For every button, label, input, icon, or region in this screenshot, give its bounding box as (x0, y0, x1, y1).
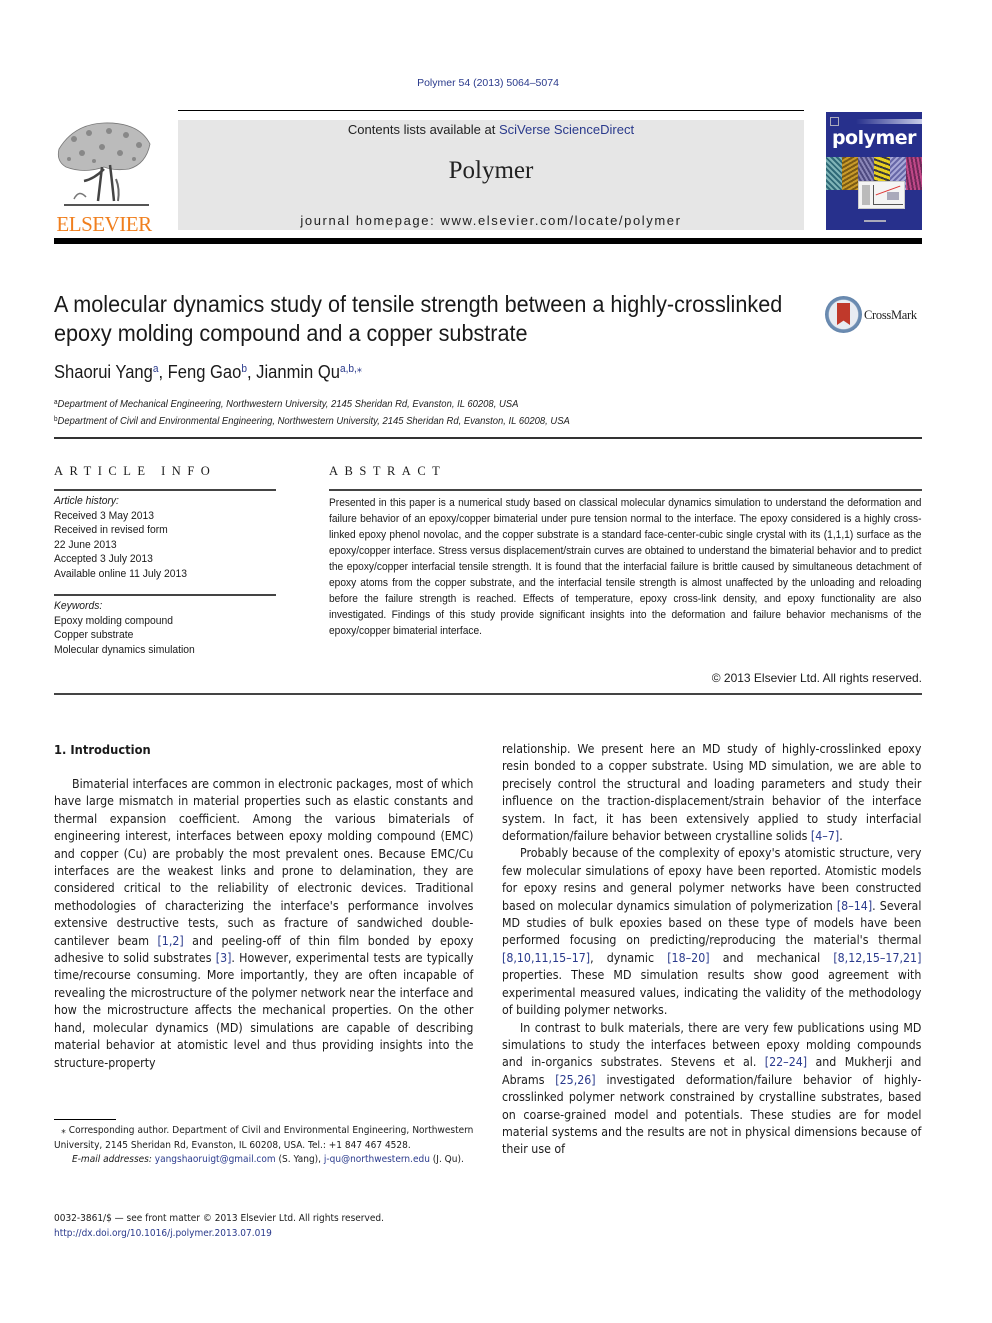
keyword: Epoxy molding compound (54, 614, 173, 627)
paragraph-text: and mechanical (709, 950, 834, 965)
history-item: Received in revised form (54, 524, 168, 536)
keyword: Copper substrate (54, 629, 134, 641)
citation-link[interactable]: [4–7] (811, 829, 839, 843)
header-rule (178, 110, 804, 111)
journal-cover-image[interactable]: polymer (826, 112, 922, 230)
paragraph-text: properties. These MD simulation results … (502, 968, 922, 1018)
abstract-end-rule (54, 693, 922, 695)
email-label: E-mail addresses: (72, 1154, 155, 1165)
cover-badge-icon (830, 117, 839, 126)
affiliation-text: Department of Mechanical Engineering, No… (57, 398, 519, 410)
keywords-label: Keywords: (54, 600, 103, 612)
history-item: Accepted 3 July 2013 (54, 553, 153, 565)
crossmark-button[interactable]: CrossMark (825, 296, 925, 334)
cover-band (856, 119, 922, 124)
paragraph: relationship. We present here an MD stud… (502, 741, 921, 845)
header-thick-rule (54, 238, 922, 244)
right-column: relationship. We present here an MD stud… (502, 741, 922, 1159)
keywords-rule (54, 594, 276, 596)
paragraph: In contrast to bulk materials, there are… (502, 1020, 921, 1159)
article-history: Article history: Received 3 May 2013 Rec… (54, 494, 263, 581)
paragraph-text: . (839, 829, 843, 844)
abstract-heading: ABSTRACT (329, 464, 447, 478)
sciencedirect-link[interactable]: SciVerse ScienceDirect (499, 122, 634, 137)
issn-line: 0032-3861/$ — see front matter © 2013 El… (54, 1213, 384, 1224)
cover-title: polymer (831, 127, 917, 149)
paragraph-text: , dynamic (590, 950, 668, 965)
footnote-rule (54, 1119, 116, 1120)
author-list: Shaorui Yanga, Feng Gaob, Jianmin Qua,b,… (54, 362, 362, 383)
citation-link[interactable]: [8,10,11,15–17] (502, 951, 590, 965)
history-label: Article history: (54, 495, 119, 507)
journal-homepage[interactable]: journal homepage: www.elsevier.com/locat… (178, 213, 804, 228)
affiliations: aDepartment of Mechanical Engineering, N… (54, 395, 570, 429)
citation-link[interactable]: [8,12,15–17,21] (833, 951, 921, 965)
crossmark-label: CrossMark (864, 308, 917, 322)
article-info-rule (54, 489, 276, 491)
front-matter: 0032-3861/$ — see front matter © 2013 El… (54, 1212, 384, 1241)
corresponding-author-note: ⁎ Corresponding author. Department of Ci… (54, 1125, 474, 1151)
journal-name: Polymer (448, 157, 534, 184)
cover-figure (858, 181, 905, 209)
paragraph: Probably because of the complexity of ep… (502, 845, 921, 1019)
paragraph-text: Bimaterial interfaces are common in elec… (54, 777, 474, 948)
email-note: E-mail addresses: yangshaoruigt@gmail.co… (54, 1153, 473, 1168)
citation-link[interactable]: [18–20] (667, 951, 709, 965)
author-separator: , (158, 362, 168, 382)
author-name[interactable]: Feng Gao (168, 362, 242, 382)
abstract-rule (329, 489, 922, 491)
citation-link[interactable]: [25,26] (555, 1073, 595, 1087)
author-separator: , (246, 362, 257, 382)
citation-link[interactable]: [8–14] (837, 899, 872, 913)
citation-link[interactable]: [22–24] (765, 1055, 807, 1069)
author-name[interactable]: Jianmin Qu (256, 362, 340, 382)
affiliation-text: Department of Civil and Environmental En… (57, 415, 570, 427)
history-item: 22 June 2013 (54, 538, 117, 551)
citation-link[interactable]: [3] (216, 951, 232, 965)
affiliation: aDepartment of Mechanical Engineering, N… (54, 395, 570, 412)
affiliation: bDepartment of Civil and Environmental E… (54, 412, 570, 429)
journal-citation[interactable]: Polymer 54 (2013) 5064–5074 (0, 77, 976, 89)
abstract-copyright: © 2013 Elsevier Ltd. All rights reserved… (711, 671, 922, 685)
title-rule (54, 437, 922, 439)
author-affiliation-mark[interactable]: a,b,⁎ (340, 363, 362, 375)
elsevier-logo[interactable]: ELSEVIER (52, 119, 156, 236)
email-link[interactable]: yangshaoruigt@gmail.com (155, 1154, 276, 1165)
doi-link[interactable]: http://dx.doi.org/10.1016/j.polymer.2013… (54, 1227, 384, 1242)
left-column: Bimaterial interfaces are common in elec… (54, 776, 474, 1072)
author-name[interactable]: Shaorui Yang (54, 362, 153, 382)
contents-line: Contents lists available at SciVerse Sci… (178, 122, 804, 137)
article-title: A molecular dynamics study of tensile st… (54, 291, 783, 346)
elsevier-tree-icon (54, 119, 154, 209)
abstract-body: Presented in this paper is a numerical s… (329, 495, 922, 639)
email-owner: (S. Yang), (275, 1154, 324, 1165)
elsevier-wordmark: ELSEVIER (56, 212, 152, 236)
abstract-text: Presented in this paper is a numerical s… (329, 497, 922, 637)
article-info-heading: ARTICLE INFO (54, 464, 217, 478)
email-link[interactable]: j-qu@northwestern.edu (324, 1154, 430, 1165)
paragraph-text: . However, experimental tests are typica… (54, 951, 474, 1070)
paragraph: Bimaterial interfaces are common in elec… (54, 776, 473, 1072)
footnotes: ⁎ Corresponding author. Department of Ci… (54, 1124, 474, 1168)
contents-prefix: Contents lists available at (347, 122, 499, 137)
citation-link[interactable]: [1,2] (157, 934, 183, 948)
section-heading-introduction: 1. Introduction (54, 742, 151, 757)
history-item: Received 3 May 2013 (54, 509, 155, 522)
cover-footer (864, 220, 886, 222)
paragraph-text: relationship. We present here an MD stud… (502, 742, 922, 844)
email-owner: (J. Qu). (429, 1154, 464, 1165)
journal-banner: Contents lists available at SciVerse Sci… (178, 120, 804, 230)
history-item: Available online 11 July 2013 (54, 567, 187, 580)
keywords: Keywords: Epoxy molding compound Copper … (54, 599, 263, 657)
keyword: Molecular dynamics simulation (54, 643, 195, 656)
